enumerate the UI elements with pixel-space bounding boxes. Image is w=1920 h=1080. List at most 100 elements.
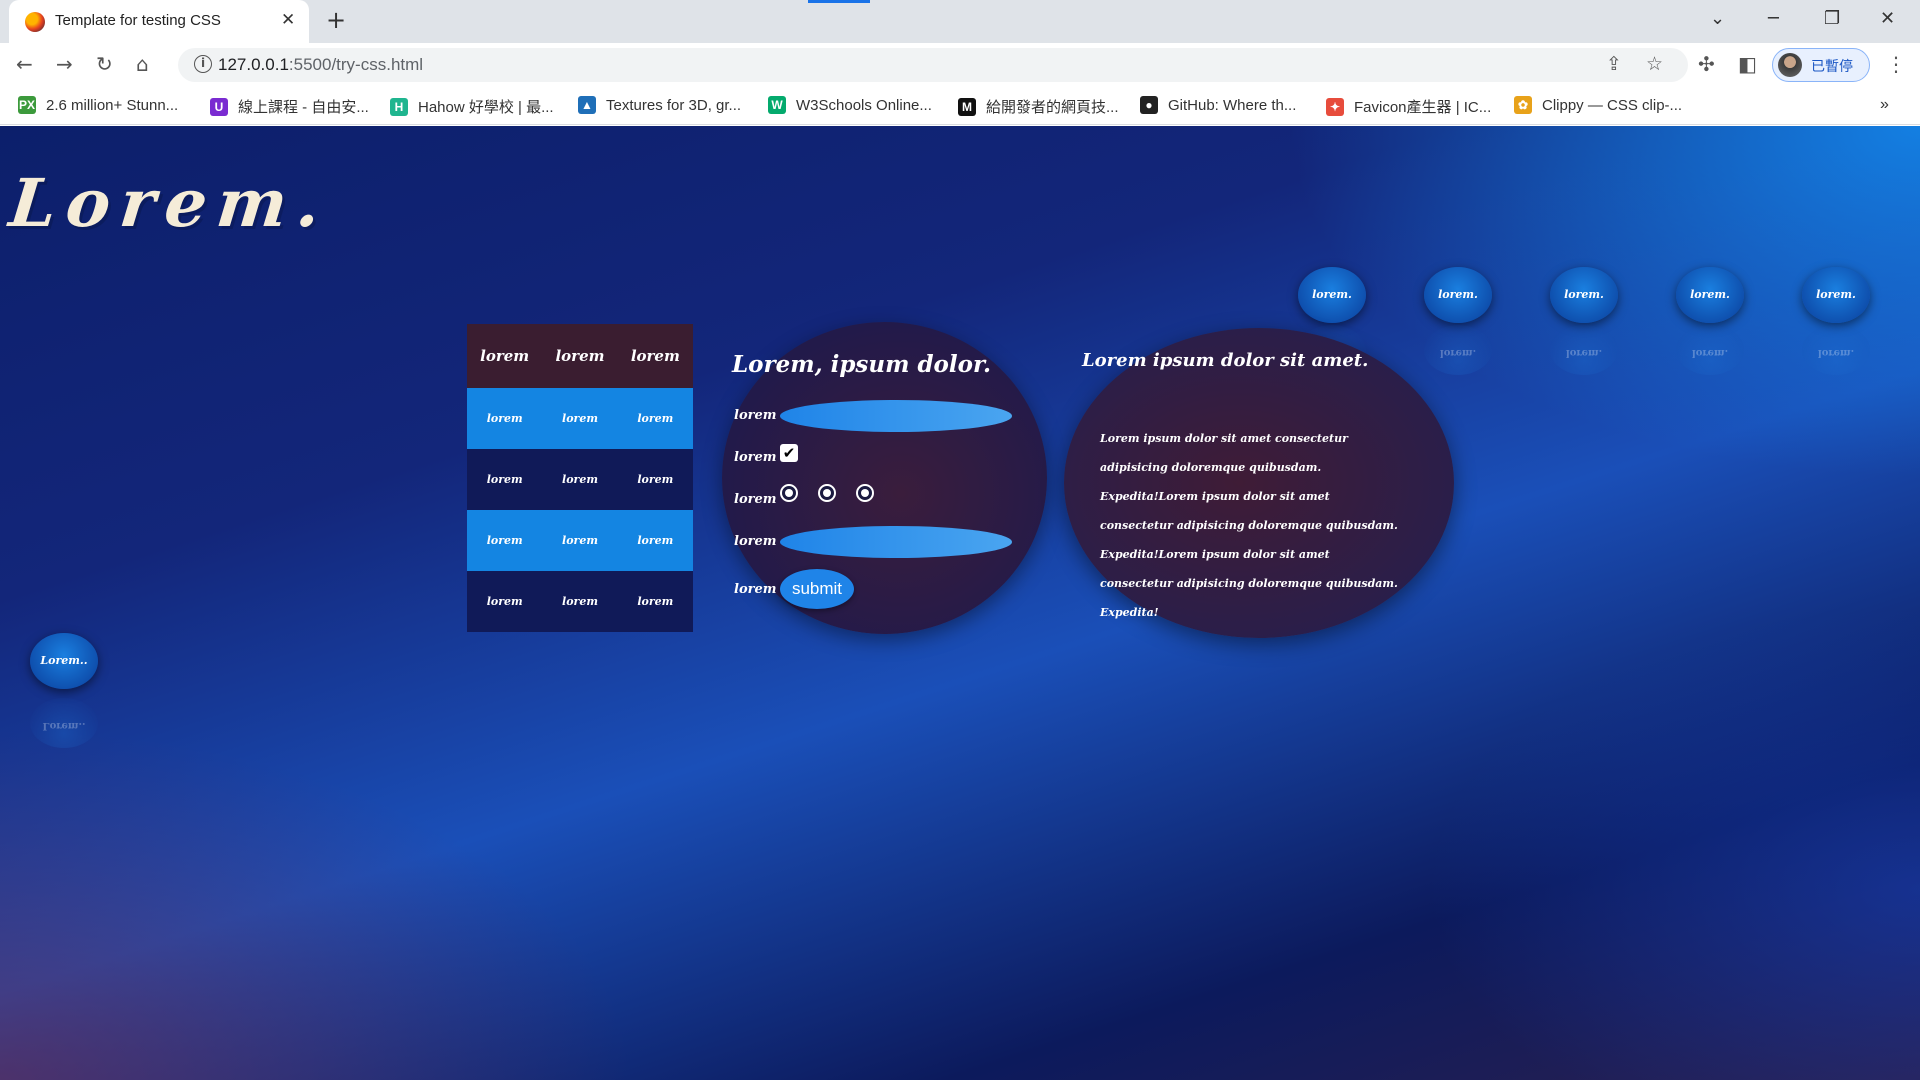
- form-title: Lorem, ipsum dolor.: [732, 351, 991, 378]
- tab-close-icon[interactable]: ✕: [281, 10, 295, 30]
- table-header-row: lorem lorem lorem: [467, 324, 693, 388]
- table-cell: lorem: [562, 473, 598, 486]
- page-title: Lorem.: [5, 164, 335, 242]
- loading-indicator: [808, 0, 870, 3]
- table-row: lorem lorem lorem: [467, 510, 693, 571]
- page-viewport: Lorem. lorem. lorem. lorem. lorem. lorem. lor…: [0, 126, 1920, 1080]
- checkbox[interactable]: ✔: [780, 444, 798, 462]
- w3-icon: W: [768, 96, 786, 114]
- radio-button[interactable]: [780, 484, 798, 502]
- bookmark-item[interactable]: ▲ Textures for 3D, gr...: [578, 96, 741, 114]
- bookmark-label: Textures for 3D, gr...: [606, 96, 742, 114]
- side-pill-reflection: Lorem..: [30, 698, 98, 748]
- text-card-body: Lorem ipsum dolor sit amet consectetur a…: [1100, 432, 1398, 619]
- nav-pill-button[interactable]: lorem.: [1298, 267, 1366, 323]
- bookmark-star-icon[interactable]: ☆: [1646, 53, 1663, 75]
- text-input[interactable]: [780, 526, 1012, 558]
- table-cell: lorem: [637, 595, 674, 608]
- form-label: lorem: [734, 408, 777, 423]
- site-info-icon[interactable]: i: [194, 55, 212, 73]
- bookmark-label: GitHub: Where th...: [1168, 96, 1297, 114]
- table-cell: lorem: [486, 412, 523, 425]
- restore-icon[interactable]: ❐: [1824, 8, 1840, 29]
- form-label: lorem: [734, 492, 777, 507]
- radio-button[interactable]: [818, 484, 836, 502]
- side-panel-icon[interactable]: ◧: [1738, 52, 1757, 76]
- table-cell: lorem: [637, 412, 674, 425]
- home-icon[interactable]: ⌂: [136, 52, 149, 76]
- bookmark-item[interactable]: PX 2.6 million+ Stunn...: [18, 96, 178, 114]
- tab-title: Template for testing CSS: [55, 12, 221, 29]
- profile-status: 已暫停: [1811, 59, 1853, 75]
- text-card-title: Lorem ipsum dolor sit amet.: [1082, 350, 1369, 371]
- bookmark-item[interactable]: H Hahow 好學校 | 最...: [390, 96, 554, 117]
- table-row: lorem lorem lorem: [467, 571, 693, 632]
- table-header-cell: lorem: [480, 347, 530, 365]
- bookmarks-bar: » PX 2.6 million+ Stunn... U 線上課程 - 自由安... H…: [0, 87, 1920, 125]
- bookmarks-more-icon[interactable]: »: [1880, 96, 1889, 114]
- avatar: [1778, 53, 1802, 77]
- table-cell: lorem: [562, 595, 598, 608]
- nav-pill-reflection: lorem.: [1550, 325, 1618, 375]
- nav-pill-button[interactable]: lorem.: [1676, 267, 1744, 323]
- menu-icon[interactable]: ⋮: [1886, 52, 1906, 76]
- bookmark-label: 線上課程 - 自由安...: [238, 99, 369, 116]
- clippy-icon: ✿: [1514, 96, 1532, 114]
- table-cell: lorem: [486, 595, 523, 608]
- bookmark-label: Hahow 好學校 | 最...: [418, 99, 554, 116]
- data-table: lorem lorem lorem lorem lorem lorem lorem lo…: [467, 324, 693, 632]
- bookmark-label: 2.6 million+ Stunn...: [46, 96, 179, 114]
- px-icon: PX: [18, 96, 36, 114]
- side-pill-button[interactable]: Lorem..: [30, 633, 98, 689]
- bookmark-item[interactable]: U 線上課程 - 自由安...: [210, 96, 369, 117]
- new-tab-button[interactable]: +: [326, 6, 346, 34]
- form-label: lorem: [734, 582, 777, 597]
- profile-button[interactable]: 已暫停: [1772, 48, 1870, 82]
- table-row: lorem lorem lorem: [467, 449, 693, 510]
- table-header-cell: lorem: [555, 347, 605, 365]
- table-cell: lorem: [562, 412, 598, 425]
- nav-pill-button[interactable]: lorem.: [1550, 267, 1618, 323]
- extensions-icon[interactable]: ✣: [1698, 52, 1715, 76]
- table-cell: lorem: [637, 473, 674, 486]
- bookmark-item[interactable]: ✦ Favicon產生器 | IC...: [1326, 96, 1491, 117]
- bookmark-item[interactable]: ✿ Clippy — CSS clip-...: [1514, 96, 1682, 114]
- table-cell: lorem: [486, 534, 523, 547]
- bookmark-label: Clippy — CSS clip-...: [1542, 96, 1683, 114]
- form-label: lorem: [734, 450, 777, 465]
- u-icon: U: [210, 97, 228, 116]
- reload-icon[interactable]: ↻: [96, 52, 113, 76]
- bookmark-item[interactable]: ● GitHub: Where th...: [1140, 96, 1296, 114]
- tab-strip: Template for testing CSS ✕ + ⌄ ─ ❐ ✕: [0, 0, 1920, 43]
- table-cell: lorem: [486, 473, 523, 486]
- tab-search-icon[interactable]: ⌄: [1710, 8, 1725, 29]
- url-text[interactable]: 127.0.0.1:5500/try-css.html: [218, 55, 423, 75]
- radio-button[interactable]: [856, 484, 874, 502]
- nav-pill-reflection: lorem.: [1676, 325, 1744, 375]
- submit-button[interactable]: submit: [780, 569, 854, 609]
- back-icon[interactable]: ←: [16, 52, 33, 76]
- bookmark-item[interactable]: W W3Schools Online...: [768, 96, 932, 114]
- nav-pill-button[interactable]: lorem.: [1424, 267, 1492, 323]
- browser-tab[interactable]: Template for testing CSS ✕: [9, 0, 309, 43]
- mdn-icon: M: [958, 97, 976, 116]
- bookmark-label: W3Schools Online...: [796, 96, 932, 114]
- minimize-icon[interactable]: ─: [1768, 8, 1779, 29]
- text-input[interactable]: [780, 400, 1012, 432]
- site-favicon-icon: [25, 12, 45, 32]
- bookmark-label: Favicon產生器 | IC...: [1354, 99, 1492, 116]
- bookmark-label: 給開發者的網頁技...: [986, 99, 1119, 116]
- bookmark-item[interactable]: M 給開發者的網頁技...: [958, 96, 1119, 117]
- address-bar[interactable]: i 127.0.0.1:5500/try-css.html ⇪ ☆: [178, 48, 1688, 82]
- share-icon[interactable]: ⇪: [1606, 53, 1622, 75]
- table-row: lorem lorem lorem: [467, 388, 693, 449]
- table-cell: lorem: [562, 534, 598, 547]
- cube-icon: ▲: [578, 96, 596, 114]
- hahow-icon: H: [390, 97, 408, 116]
- window-close-icon[interactable]: ✕: [1880, 8, 1895, 29]
- nav-pill-reflection: lorem.: [1424, 325, 1492, 375]
- navigation-bar: ← → ↻ ⌂ i 127.0.0.1:5500/try-css.html ⇪ …: [0, 43, 1920, 87]
- forward-icon[interactable]: →: [56, 52, 73, 76]
- nav-pill-button[interactable]: lorem.: [1802, 267, 1870, 323]
- table-header-cell: lorem: [630, 347, 680, 365]
